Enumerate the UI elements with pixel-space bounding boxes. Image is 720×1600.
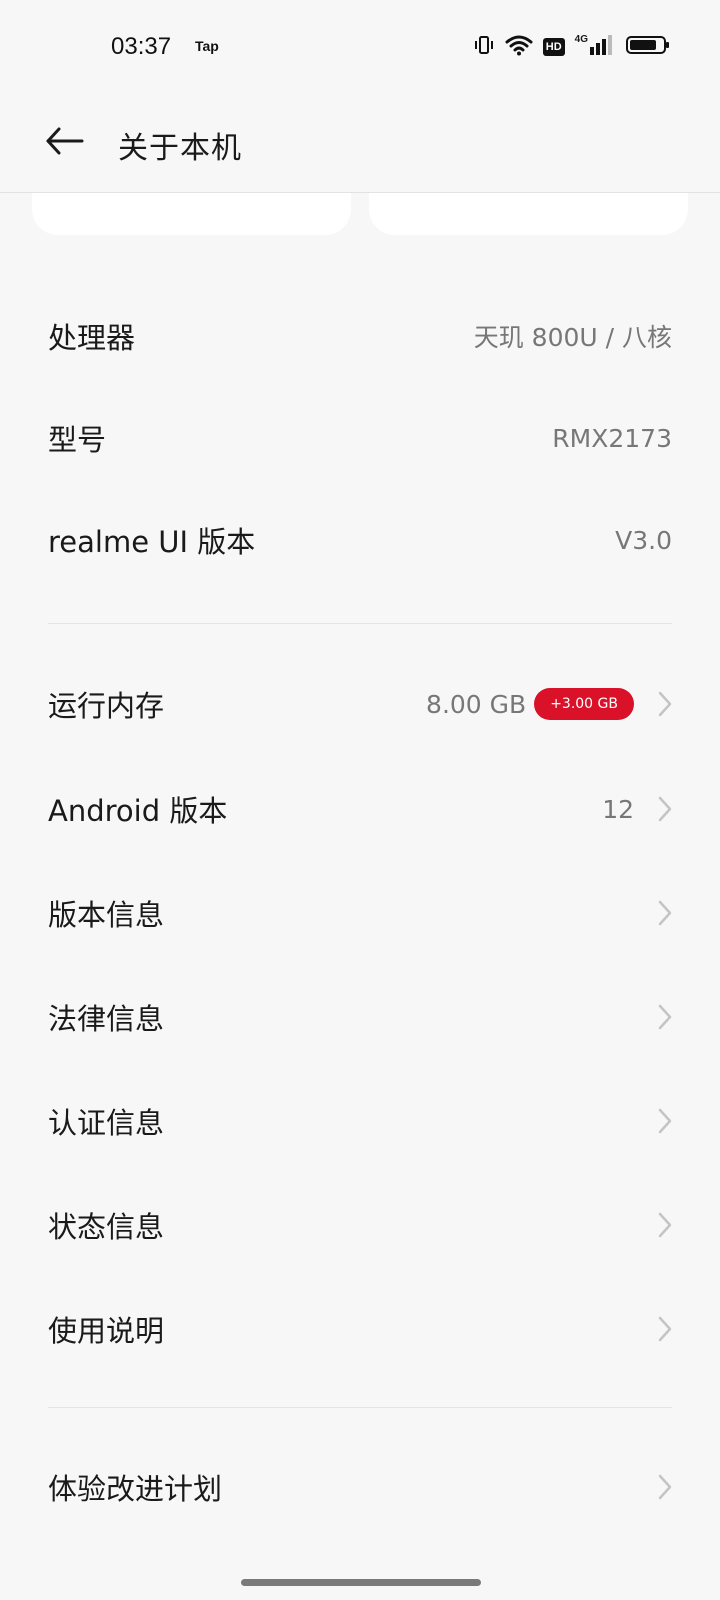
spec-row-ui-version: realme UI 版本 V3.0 xyxy=(48,500,672,580)
row-label: 运行内存 xyxy=(48,689,165,723)
chevron-right-icon xyxy=(650,689,672,719)
row-value: 8.00 GB xyxy=(426,689,527,719)
notification-app-label: Tap xyxy=(195,38,219,54)
spec-row-processor: 处理器 天玑 800U / 八核 xyxy=(48,296,672,376)
chevron-right-icon xyxy=(650,1314,672,1344)
ram-expansion-badge: +3.00 GB xyxy=(534,688,634,720)
chevron-right-icon xyxy=(650,898,672,928)
vibrate-icon xyxy=(473,34,495,60)
row-value: 12 xyxy=(602,794,634,824)
battery-icon xyxy=(626,34,670,60)
network-type-label: 4G xyxy=(574,34,588,45)
page-title: 关于本机 xyxy=(118,131,242,166)
chevron-right-icon xyxy=(650,1106,672,1136)
back-button[interactable] xyxy=(38,117,90,169)
section-divider xyxy=(48,1407,672,1408)
app-bar: 关于本机 xyxy=(0,95,720,193)
list-item-user-guide[interactable]: 使用说明 xyxy=(48,1289,672,1369)
hd-voice-badge: HD xyxy=(542,38,565,56)
list-item-experience-program[interactable]: 体验改进计划 xyxy=(48,1447,672,1527)
row-label: realme UI 版本 xyxy=(48,525,256,559)
row-value: V3.0 xyxy=(615,525,672,555)
row-label: 使用说明 xyxy=(48,1314,165,1348)
chevron-right-icon xyxy=(650,794,672,824)
status-icons: HD 4G xyxy=(473,34,670,60)
wifi-icon xyxy=(505,34,533,60)
row-value: RMX2173 xyxy=(552,423,672,453)
chevron-right-icon xyxy=(650,1210,672,1240)
section-divider xyxy=(48,623,672,624)
list-item-android-version[interactable]: Android 版本 12 xyxy=(48,769,672,849)
list-item-ram[interactable]: 运行内存 8.00 GB +3.00 GB xyxy=(48,664,672,744)
chevron-right-icon xyxy=(650,1002,672,1032)
row-value: 天玑 800U / 八核 xyxy=(473,323,672,352)
list-item-version-info[interactable]: 版本信息 xyxy=(48,873,672,953)
back-arrow-icon xyxy=(44,126,84,160)
list-item-legal-info[interactable]: 法律信息 xyxy=(48,977,672,1057)
row-label: 状态信息 xyxy=(48,1210,165,1244)
row-label: 型号 xyxy=(48,423,107,457)
list-item-certification-info[interactable]: 认证信息 xyxy=(48,1081,672,1161)
list-item-status-info[interactable]: 状态信息 xyxy=(48,1185,672,1265)
chevron-right-icon xyxy=(650,1472,672,1502)
clock: 03:37 xyxy=(111,33,172,60)
home-indicator[interactable] xyxy=(241,1579,481,1586)
status-bar: 03:37 Tap HD 4G xyxy=(0,0,720,95)
row-label: 法律信息 xyxy=(48,1002,165,1036)
spec-row-model: 型号 RMX2173 xyxy=(48,398,672,478)
row-label: Android 版本 xyxy=(48,794,228,828)
signal-icon xyxy=(586,34,616,60)
row-label: 版本信息 xyxy=(48,898,165,932)
row-label: 处理器 xyxy=(48,321,136,355)
row-label: 体验改进计划 xyxy=(48,1472,223,1506)
row-label: 认证信息 xyxy=(48,1106,165,1140)
